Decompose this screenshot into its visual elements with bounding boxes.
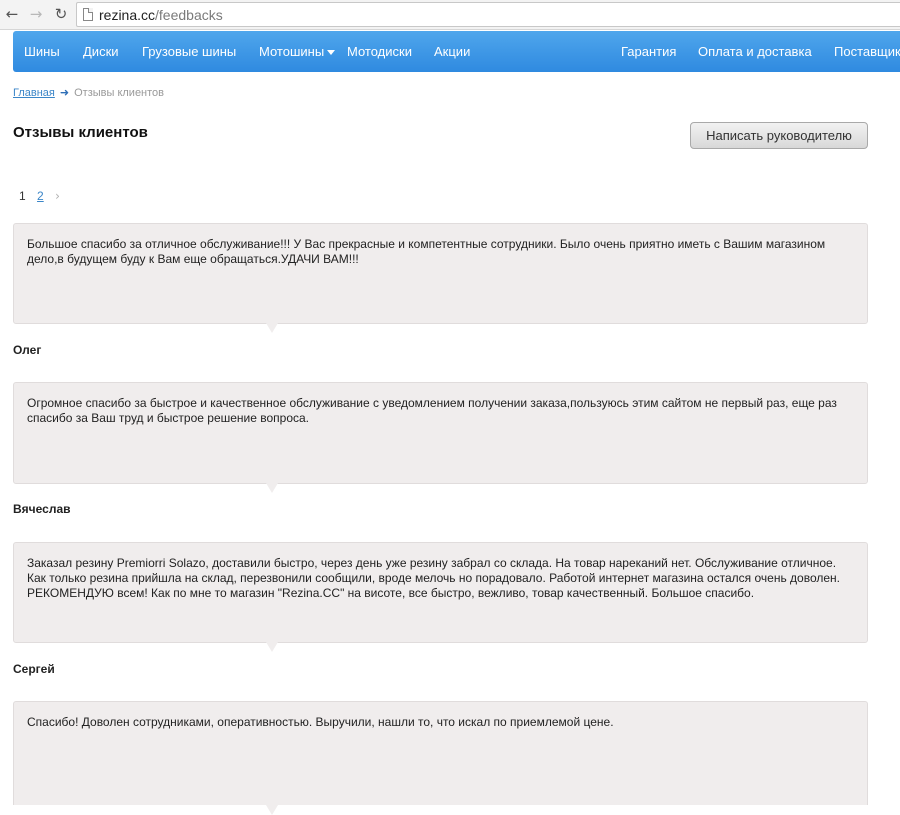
main-navigation: Шины Диски Грузовые шины Мотошины Мотоди… <box>13 31 900 72</box>
arrow-right-icon[interactable]: → <box>26 4 46 24</box>
breadcrumb-home-link[interactable]: Главная <box>13 87 55 99</box>
breadcrumb-current: Отзывы клиентов <box>74 87 165 99</box>
nav-item-moto-tires-label: Мотошины <box>259 44 325 59</box>
feedback-text: Огромное спасибо за быстрое и качественн… <box>27 396 837 425</box>
page-title: Отзывы клиентов <box>13 124 148 141</box>
arrow-left-icon[interactable]: ← <box>2 4 22 24</box>
page-icon <box>83 8 93 21</box>
nav-item-moto-tires[interactable]: Мотошины <box>259 31 336 72</box>
feedback-card: Спасибо! Доволен сотрудниками, оперативн… <box>13 701 868 815</box>
nav-item-tires[interactable]: Шины <box>24 31 60 72</box>
pagination-current-page: 1 <box>19 189 26 203</box>
feedback-author: Олег <box>13 343 42 357</box>
feedback-text: Большое спасибо за отличное обслуживание… <box>27 237 826 266</box>
feedback-card: Большое спасибо за отличное обслуживание… <box>13 223 868 333</box>
address-bar[interactable]: rezina.cc/feedbacks <box>76 2 900 27</box>
nav-item-wheels[interactable]: Диски <box>83 31 119 72</box>
nav-item-promotions[interactable]: Акции <box>434 31 470 72</box>
pagination-page-link[interactable]: 2 <box>37 189 44 203</box>
nav-item-payment-delivery[interactable]: Оплата и доставка <box>698 31 812 72</box>
reload-icon[interactable]: ↻ <box>51 4 71 24</box>
feedback-author: Сергей <box>13 662 55 676</box>
nav-item-moto-wheels[interactable]: Мотодиски <box>347 31 412 72</box>
feedback-text: Спасибо! Доволен сотрудниками, оперативн… <box>27 715 614 729</box>
feedback-author: Вячеслав <box>13 502 71 516</box>
browser-toolbar: ← → ↻ rezina.cc/feedbacks <box>0 0 900 30</box>
pagination: 1 2 › <box>19 189 68 203</box>
url-path: /feedbacks <box>155 7 223 23</box>
caret-down-icon <box>327 50 336 56</box>
breadcrumb: Главная ➜ Отзывы клиентов <box>13 86 164 99</box>
nav-item-warranty[interactable]: Гарантия <box>621 31 676 72</box>
feedback-card: Огромное спасибо за быстрое и качественн… <box>13 382 868 493</box>
nav-item-suppliers[interactable]: Поставщик <box>834 31 900 72</box>
feedback-card: Заказал резину Premiorri Solazo, достави… <box>13 542 868 652</box>
chevron-right-icon[interactable]: › <box>55 189 60 203</box>
nav-item-truck-tires[interactable]: Грузовые шины <box>142 31 236 72</box>
url-domain: rezina.cc <box>99 7 156 23</box>
arrow-right-icon: ➜ <box>59 86 70 99</box>
write-to-manager-button[interactable]: Написать руководителю <box>690 122 868 149</box>
feedback-text: Заказал резину Premiorri Solazo, достави… <box>27 556 840 600</box>
url-text[interactable]: rezina.cc/feedbacks <box>99 6 223 24</box>
